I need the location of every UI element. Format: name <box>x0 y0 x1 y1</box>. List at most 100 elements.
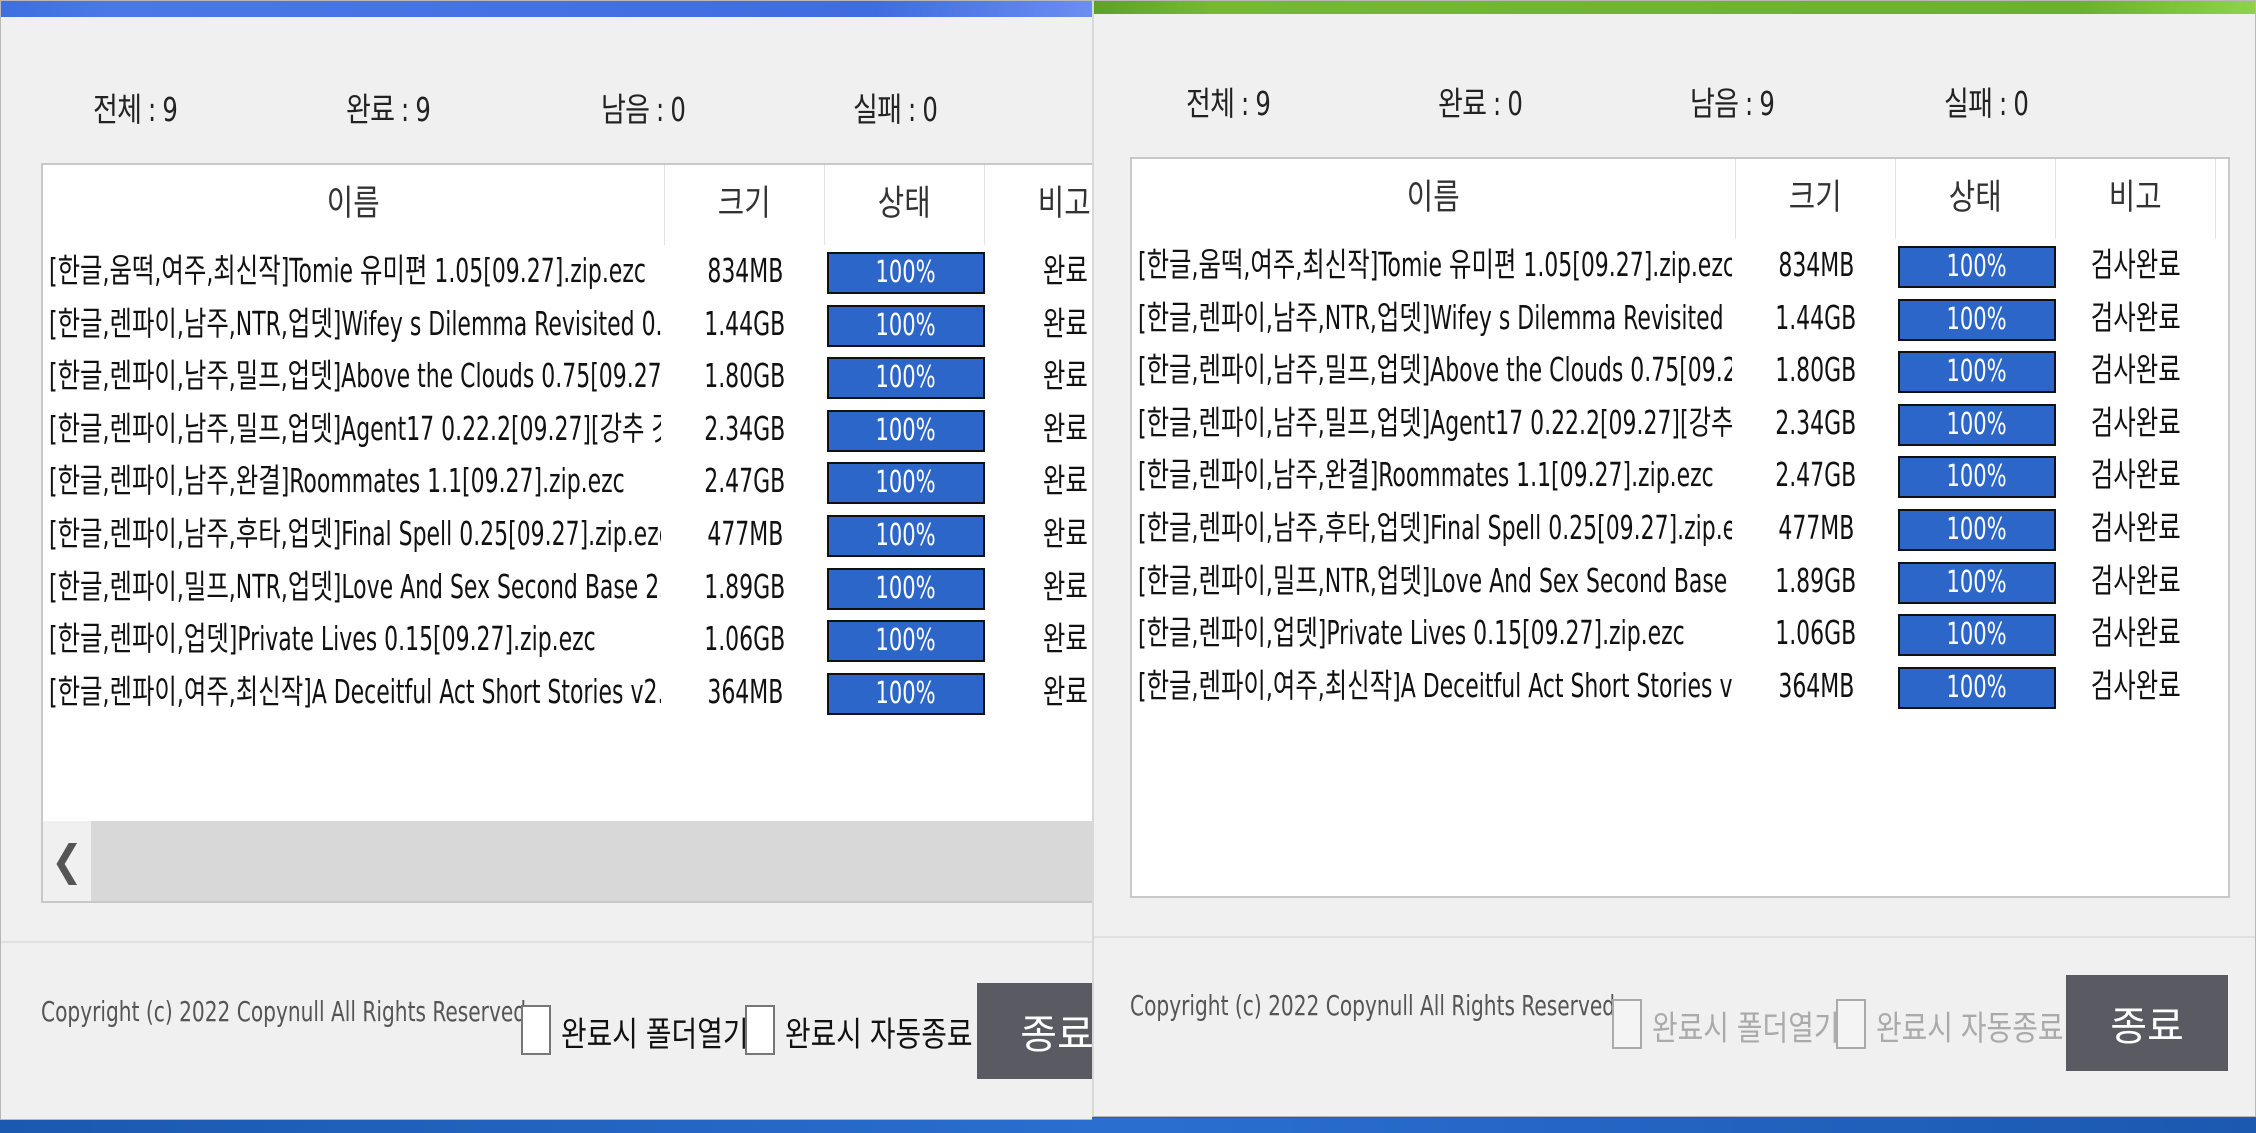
stat-remaining: 남음 : 0 <box>601 90 686 129</box>
file-name: [한글,렌파이,남주,밀프,업뎃]Above the Clouds 0.75[0… <box>1138 350 1732 390</box>
progress-label: 100% <box>1946 669 2008 705</box>
progress-bar: 100% <box>827 357 985 400</box>
status-note: 검사완료 <box>2091 402 2181 442</box>
progress-bar: 100% <box>827 462 985 505</box>
exit-button[interactable]: 종료 <box>977 983 1092 1079</box>
auto-exit-checkbox[interactable] <box>1836 999 1866 1049</box>
column-header-status[interactable]: 상태 <box>825 165 985 245</box>
auto-exit-checkbox[interactable] <box>745 1005 775 1055</box>
scroll-left-icon[interactable]: ❮ <box>43 821 91 901</box>
stat-total: 전체 : 9 <box>1186 84 1271 123</box>
auto-exit-label: 완료시 자동종료 <box>785 1015 973 1055</box>
column-header-name[interactable]: 이름 <box>43 165 665 245</box>
table-row[interactable]: [한글,렌파이,업뎃]Private Lives 0.15[09.27].zip… <box>43 613 1092 665</box>
file-name: [한글,렌파이,남주,완결]Roommates 1.1[09.27].zip.e… <box>49 461 625 501</box>
file-name: [한글,렌파이,남주,밀프,업뎃]Agent17 0.22.2[09.27][강… <box>1138 402 1732 442</box>
footer-divider <box>1 941 1092 943</box>
table-row[interactable]: [한글,렌파이,업뎃]Private Lives 0.15[09.27].zip… <box>1132 607 2228 659</box>
open-folder-checkbox[interactable] <box>1612 999 1642 1049</box>
stat-total: 전체 : 9 <box>93 90 178 129</box>
progress-label: 100% <box>1946 512 2008 547</box>
progress-bar: 100% <box>1898 298 2056 341</box>
file-name: [한글,렌파이,남주,밀프,업뎃]Above the Clouds 0.75[0… <box>49 356 661 396</box>
footer-divider <box>1094 936 2255 938</box>
status-note: 완료 <box>1042 461 1088 501</box>
column-header-size[interactable]: 크기 <box>665 165 825 245</box>
progress-bar: 100% <box>1898 403 2056 446</box>
progress-label: 100% <box>875 412 937 448</box>
status-note: 검사완료 <box>2091 245 2181 284</box>
file-name: [한글,렌파이,밀프,NTR,업뎃]Love And Sex Second Ba… <box>1138 560 1732 600</box>
status-note: 완료 <box>1042 303 1088 343</box>
copyright-text: Copyright (c) 2022 Copynull All Rights R… <box>1130 989 1616 1022</box>
status-note: 완료 <box>1042 514 1088 553</box>
table-row[interactable]: [한글,렌파이,남주,후타,업뎃]Final Spell 0.25[09.27]… <box>1132 502 2228 554</box>
open-folder-checkbox[interactable] <box>521 1005 551 1055</box>
file-size: 364MB <box>1778 665 1854 705</box>
file-size: 1.06GB <box>704 619 786 659</box>
title-bar[interactable] <box>1 1 1092 17</box>
column-header-name[interactable]: 이름 <box>1132 159 1736 239</box>
progress-bar: 100% <box>827 567 985 610</box>
status-note: 검사완료 <box>2091 508 2181 547</box>
file-size: 2.47GB <box>704 461 786 501</box>
table-row[interactable]: [한글,렌파이,남주,밀프,업뎃]Above the Clouds 0.75[0… <box>1132 344 2228 396</box>
table-row[interactable]: [한글,렌파이,남주,완결]Roommates 1.1[09.27].zip.e… <box>1132 449 2228 501</box>
status-note: 검사완료 <box>2091 613 2181 653</box>
table-row[interactable]: [한글,움떡,여주,최신작]Tomie 유미편 1.05[09.27].zip.… <box>1132 239 2228 291</box>
table-row[interactable]: [한글,렌파이,남주,밀프,업뎃]Agent17 0.22.2[09.27][강… <box>1132 397 2228 449</box>
column-header-status[interactable]: 상태 <box>1896 159 2056 239</box>
column-header-note[interactable]: 비고 <box>2056 159 2216 239</box>
status-note: 검사완료 <box>2091 665 2181 705</box>
table-row[interactable]: [한글,렌파이,여주,최신작]A Deceitful Act Short Sto… <box>43 666 1092 718</box>
file-name: [한글,렌파이,남주,NTR,업뎃]Wifey s Dilemma Revisi… <box>1138 297 1732 337</box>
file-size: 834MB <box>1778 245 1854 284</box>
status-note: 검사완료 <box>2091 560 2181 600</box>
file-list[interactable]: 이름 크기 상태 비고 [한글,움떡,여주,최신작]Tomie 유미편 1.05… <box>1130 157 2230 898</box>
progress-label: 100% <box>1946 459 2008 495</box>
file-name: [한글,렌파이,남주,NTR,업뎃]Wifey s Dilemma Revisi… <box>49 303 661 343</box>
stat-failed: 실패 : 0 <box>1944 84 2029 123</box>
status-note: 완료 <box>1042 566 1088 606</box>
progress-bar: 100% <box>1898 456 2056 499</box>
table-row[interactable]: [한글,렌파이,남주,밀프,업뎃]Above the Clouds 0.75[0… <box>43 350 1092 402</box>
title-bar[interactable] <box>1094 1 2255 14</box>
file-size: 477MB <box>1778 508 1854 547</box>
table-row[interactable]: [한글,렌파이,밀프,NTR,업뎃]Love And Sex Second Ba… <box>43 561 1092 613</box>
table-row[interactable]: [한글,렌파이,남주,NTR,업뎃]Wifey s Dilemma Revisi… <box>43 298 1092 350</box>
progress-label: 100% <box>875 255 937 290</box>
horizontal-scrollbar[interactable]: ❮ <box>43 821 1092 901</box>
file-size: 1.89GB <box>704 566 786 606</box>
file-size: 364MB <box>707 671 783 711</box>
progress-bar: 100% <box>827 409 985 452</box>
status-note: 완료 <box>1042 671 1088 711</box>
table-row[interactable]: [한글,렌파이,밀프,NTR,업뎃]Love And Sex Second Ba… <box>1132 555 2228 607</box>
stat-remaining: 남음 : 9 <box>1690 84 1775 123</box>
progress-bar: 100% <box>1898 351 2056 394</box>
file-name: [한글,렌파이,남주,밀프,업뎃]Agent17 0.22.2[09.27][강… <box>49 408 661 448</box>
table-row[interactable]: [한글,렌파이,남주,후타,업뎃]Final Spell 0.25[09.27]… <box>43 508 1092 560</box>
status-note: 완료 <box>1042 619 1088 659</box>
status-note: 완료 <box>1042 408 1088 448</box>
table-row[interactable]: [한글,움떡,여주,최신작]Tomie 유미편 1.05[09.27].zip.… <box>43 245 1092 297</box>
table-row[interactable]: [한글,렌파이,여주,최신작]A Deceitful Act Short Sto… <box>1132 660 2228 712</box>
file-size: 477MB <box>707 514 783 553</box>
open-folder-label: 완료시 폴더열기 <box>561 1015 749 1055</box>
file-name: [한글,렌파이,업뎃]Private Lives 0.15[09.27].zip… <box>1138 613 1685 653</box>
list-header: 이름 크기 상태 비고 <box>1132 159 2228 239</box>
table-row[interactable]: [한글,렌파이,남주,NTR,업뎃]Wifey s Dilemma Revisi… <box>1132 292 2228 344</box>
progress-label: 100% <box>875 465 937 501</box>
table-row[interactable]: [한글,렌파이,남주,밀프,업뎃]Agent17 0.22.2[09.27][강… <box>43 403 1092 455</box>
progress-bar: 100% <box>1898 614 2056 657</box>
progress-bar: 100% <box>1898 561 2056 604</box>
progress-label: 100% <box>875 675 937 711</box>
file-name: [한글,렌파이,업뎃]Private Lives 0.15[09.27].zip… <box>49 619 596 659</box>
column-header-size[interactable]: 크기 <box>1736 159 1896 239</box>
progress-bar: 100% <box>827 304 985 347</box>
column-header-note[interactable]: 비고 <box>985 165 1092 245</box>
stat-done: 완료 : 0 <box>1438 84 1523 123</box>
table-row[interactable]: [한글,렌파이,남주,완결]Roommates 1.1[09.27].zip.e… <box>43 455 1092 507</box>
exit-button[interactable]: 종료 <box>2066 975 2228 1071</box>
progress-bar: 100% <box>1898 246 2056 288</box>
file-list[interactable]: 이름 크기 상태 비고 [한글,움떡,여주,최신작]Tomie 유미편 1.05… <box>41 163 1092 903</box>
